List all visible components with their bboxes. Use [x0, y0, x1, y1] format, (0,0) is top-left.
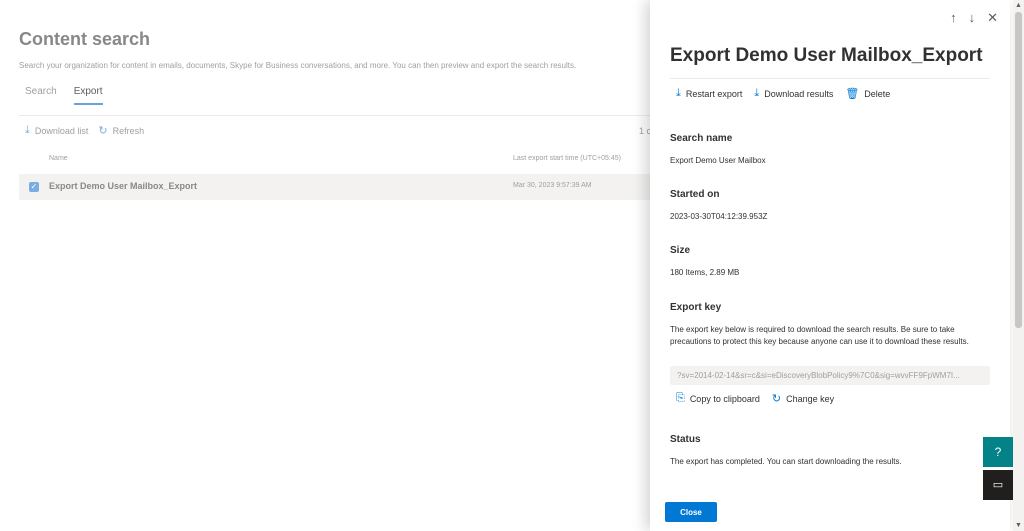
tab-search[interactable]: Search [25, 86, 57, 105]
scrollbar-thumb[interactable] [1015, 12, 1022, 328]
download-list-label: Download list [34, 125, 89, 136]
export-key-description: The export key below is required to down… [670, 325, 969, 346]
download-results-label: Download results [764, 88, 834, 99]
column-header-date[interactable]: Last export start time (UTC+05:45) [513, 155, 621, 162]
tab-bar: Search Export [25, 86, 103, 105]
restart-export-label: Restart export [685, 88, 743, 99]
table-row[interactable]: ✓ Export Demo User Mailbox_Export Mar 30… [19, 174, 659, 200]
download-icon: ⤓ [754, 87, 760, 99]
panel-actions: ⤓ Restart export ⤓ Download results 🗑 De… [676, 87, 890, 100]
page-title: Content search [19, 29, 151, 49]
panel-title: Export Demo User Mailbox_Export [670, 45, 983, 66]
row-name: Export Demo User Mailbox_Export [49, 181, 198, 191]
copy-to-clipboard-label: Copy to clipboard [689, 393, 760, 404]
search-name-label: Search name [670, 133, 733, 144]
trash-icon: 🗑 [845, 88, 860, 100]
refresh-icon: ↻ [771, 393, 782, 405]
column-header-name[interactable]: Name [49, 155, 68, 162]
download-icon: ⤓ [25, 124, 30, 136]
tab-export[interactable]: Export [73, 86, 103, 105]
close-icon[interactable]: ✕ [987, 10, 998, 26]
close-button[interactable]: Close [665, 502, 717, 522]
scroll-up-icon[interactable]: ▲ [1015, 2, 1022, 9]
export-detail-panel: ↑ ↓ ✕ Export Demo User Mailbox_Export ⤓ … [650, 0, 1010, 531]
refresh-label: Refresh [112, 125, 145, 136]
size-label: Size [670, 245, 691, 256]
delete-button[interactable]: 🗑 Delete [845, 87, 890, 100]
change-key-button[interactable]: ↻ Change key [772, 392, 834, 405]
refresh-button[interactable]: ↻ Refresh [98, 124, 144, 137]
row-date: Mar 30, 2023 9:57:39 AM [513, 182, 592, 189]
previous-item-icon[interactable]: ↑ [950, 10, 957, 26]
delete-label: Delete [864, 88, 891, 99]
download-results-button[interactable]: ⤓ Download results [754, 87, 833, 100]
refresh-icon: ↻ [98, 125, 108, 137]
copy-icon: ⎘ [676, 392, 685, 404]
help-icon[interactable]: ? [983, 437, 1013, 467]
status-value: The export has completed. You can start … [670, 457, 902, 466]
export-key-label: Export key [670, 302, 722, 313]
next-item-icon[interactable]: ↓ [969, 10, 976, 26]
scrollbar[interactable]: ▲ ▼ [1013, 0, 1024, 531]
download-list-button[interactable]: ⤓ Download list [25, 124, 88, 137]
divider [19, 115, 659, 116]
started-on-value: 2023-03-30T04:12:39.953Z [670, 212, 768, 221]
started-on-label: Started on [670, 189, 720, 200]
status-label: Status [670, 434, 701, 445]
page-subtitle: Search your organization for content in … [19, 61, 577, 70]
copy-to-clipboard-button[interactable]: ⎘ Copy to clipboard [676, 392, 760, 405]
download-icon: ⤓ [676, 87, 681, 99]
toolbar: ⤓ Download list ↻ Refresh [25, 124, 144, 137]
export-key-field[interactable]: ?sv=2014-02-14&sr=c&si=eDiscoveryBlobPol… [670, 366, 990, 385]
export-key-actions: ⎘ Copy to clipboard ↻ Change key [676, 392, 834, 405]
panel-divider [670, 78, 990, 79]
row-checkbox[interactable]: ✓ [29, 182, 39, 192]
change-key-label: Change key [786, 393, 835, 404]
restart-export-button[interactable]: ⤓ Restart export [676, 87, 742, 100]
search-name-value: Export Demo User Mailbox [670, 156, 766, 165]
scroll-down-icon[interactable]: ▼ [1015, 522, 1022, 529]
feedback-icon[interactable]: ▭ [983, 470, 1013, 500]
panel-nav: ↑ ↓ ✕ [950, 10, 998, 26]
size-value: 180 Items, 2.89 MB [670, 268, 740, 277]
